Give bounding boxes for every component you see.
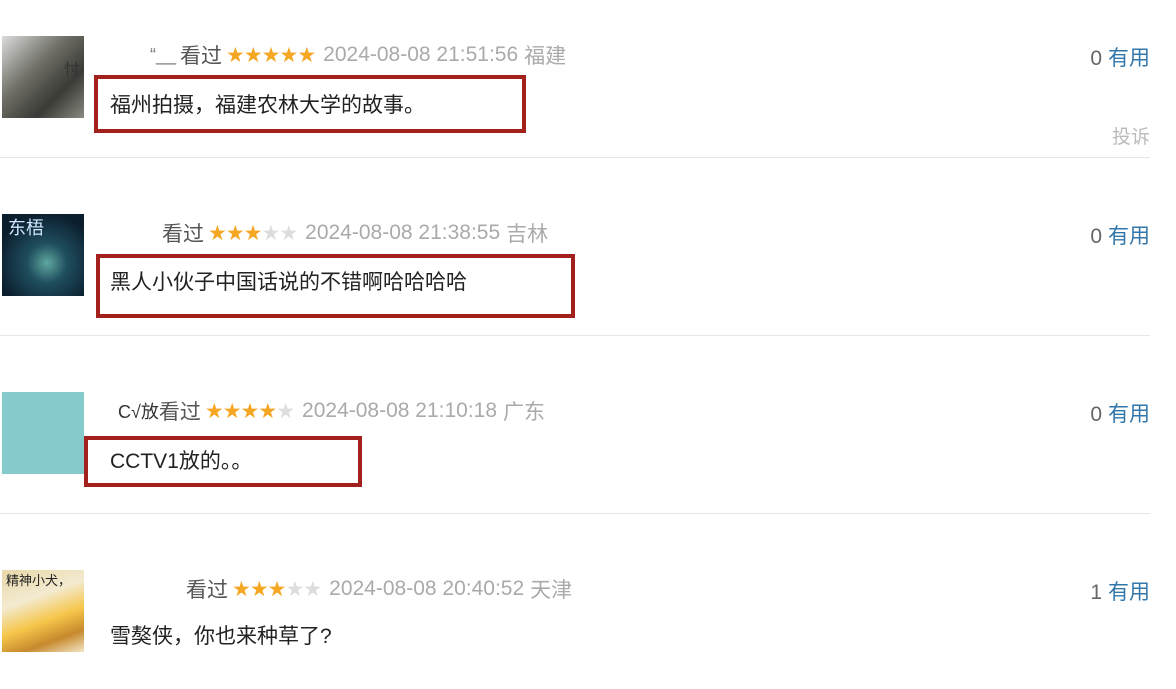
comment-time: 2024-08-08 21:51:56 (323, 43, 519, 66)
star-filled-icon: ★ (204, 399, 224, 423)
divider (0, 513, 1150, 514)
star-filled-icon: ★ (232, 577, 251, 601)
comment-item: 忖 “__ 看过 ★ ★ ★ ★ ★ 2024-08-08 21:51:56 福建 0有… (0, 0, 1176, 158)
useful-count: 0 (1090, 47, 1102, 70)
star-empty-icon: ★ (285, 577, 304, 601)
comment-text: 雪獒侠，你也来种草了? (110, 625, 332, 648)
rating-stars: ★ ★ ★ ★ ★ (204, 399, 295, 424)
star-filled-icon: ★ (243, 43, 263, 67)
comment-item: 东梧 看过 ★ ★ ★ ★ ★ 2024-08-08 21:38:55 吉林 0 有用 黑… (0, 178, 1176, 336)
star-filled-icon: ★ (222, 399, 242, 423)
comment-region: 吉林 (506, 223, 549, 246)
watched-label: 看过 (162, 223, 204, 246)
avatar-text: 精神小犬， (6, 573, 72, 588)
star-filled-icon: ★ (226, 43, 245, 67)
useful-count: 0 (1090, 225, 1102, 248)
useful-vote: 0 有用 (1090, 220, 1150, 250)
star-empty-icon: ★ (276, 399, 295, 423)
star-empty-icon: ★ (279, 221, 298, 245)
comment-region: 天津 (530, 579, 573, 602)
star-filled-icon: ★ (243, 221, 263, 245)
avatar[interactable]: 忖 (2, 36, 84, 118)
username-link[interactable]: “__ (150, 45, 176, 66)
star-filled-icon: ★ (261, 43, 281, 67)
comment-text: 黑人小伙子中国话说的不错啊哈哈哈哈 (110, 271, 467, 294)
comment-meta: “__ 看过 ★ ★ ★ ★ ★ 2024-08-08 21:51:56 福建 (110, 40, 566, 70)
star-filled-icon: ★ (249, 577, 269, 601)
rating-stars: ★ ★ ★ ★ ★ (208, 221, 298, 246)
useful-count: 1 (1090, 581, 1102, 604)
rating-stars: ★ ★ ★ ★ ★ (226, 43, 316, 68)
useful-vote: 1 有用 (1090, 576, 1150, 606)
useful-button[interactable]: 有用 (1108, 403, 1150, 426)
star-filled-icon: ★ (225, 221, 245, 245)
report-link[interactable]: 投诉 (1112, 122, 1150, 149)
watched-label: 看过 (180, 45, 223, 68)
avatar[interactable]: 精神小犬， (2, 570, 84, 652)
avatar-text: 忖 (63, 62, 80, 79)
star-filled-icon: ★ (267, 577, 287, 601)
comment-item: C√放 看过 ★ ★ ★ ★ ★ 2024-08-08 21:10:18 广东 0 有用 … (0, 356, 1176, 514)
comment-meta: 看过 ★ ★ ★ ★ ★ 2024-08-08 21:38:55 吉林 (110, 218, 548, 248)
comment-meta: C√放 看过 ★ ★ ★ ★ ★ 2024-08-08 21:10:18 广东 (118, 396, 545, 426)
useful-count: 0 (1090, 403, 1102, 426)
divider (0, 335, 1150, 336)
username-link[interactable]: C√放 (118, 398, 159, 424)
useful-button[interactable]: 有用 (1108, 581, 1150, 604)
comment-time: 2024-08-08 21:10:18 (302, 399, 498, 422)
star-filled-icon: ★ (258, 399, 277, 423)
avatar[interactable]: 东梧 (2, 214, 84, 296)
useful-button[interactable]: 有用 (1108, 225, 1150, 248)
comment-meta: 看过 ★ ★ ★ ★ ★ 2024-08-08 20:40:52 天津 (110, 574, 572, 604)
useful-vote: 0 有用 (1090, 398, 1150, 428)
comment-item: 精神小犬， 看过 ★ ★ ★ ★ ★ 2024-08-08 20:40:52 天津 1有… (0, 534, 1176, 689)
star-empty-icon: ★ (303, 577, 322, 601)
comment-time: 2024-08-08 20:40:52 (329, 577, 525, 600)
rating-stars: ★ ★ ★ ★ ★ (232, 577, 322, 602)
star-filled-icon: ★ (279, 43, 299, 67)
watched-label: 看过 (186, 579, 228, 602)
comment-region: 广东 (503, 401, 546, 424)
avatar[interactable] (2, 392, 84, 474)
divider (0, 157, 1150, 158)
useful-vote: 0 有用 (1090, 42, 1150, 72)
star-filled-icon: ★ (208, 221, 227, 245)
useful-button[interactable]: 有用 (1108, 47, 1150, 70)
avatar-text: 东梧 (8, 218, 44, 238)
star-empty-icon: ★ (261, 221, 280, 245)
star-filled-icon: ★ (297, 43, 316, 67)
comment-region: 福建 (524, 45, 567, 68)
comment-text: CCTV1放的。。 (110, 450, 253, 473)
comment-text: 福州拍摄，福建农林大学的故事。 (110, 94, 425, 117)
comment-time: 2024-08-08 21:38:55 (305, 221, 501, 244)
watched-label: 看过 (158, 401, 201, 424)
star-filled-icon: ★ (240, 399, 260, 423)
